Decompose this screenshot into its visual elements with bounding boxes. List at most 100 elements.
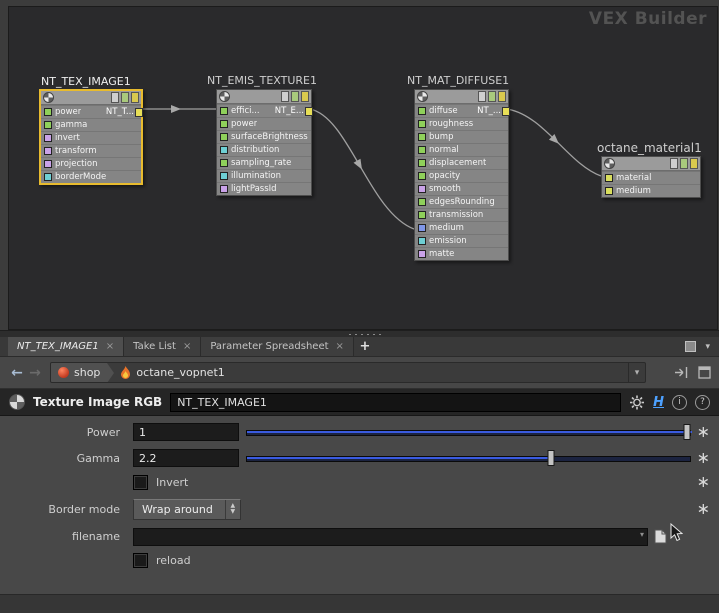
node-input-row[interactable]: diffuse NT_... [415, 104, 510, 117]
node-input-row[interactable]: invert [41, 131, 141, 144]
help-icon[interactable]: ? [695, 394, 710, 410]
node-octane-material1[interactable]: octane_material1 material medium [597, 141, 702, 198]
wire[interactable] [309, 108, 415, 230]
wire[interactable] [506, 108, 602, 177]
input-connector-icon[interactable] [418, 146, 426, 154]
slider-handle[interactable] [547, 450, 555, 466]
gamma-value-field[interactable] [133, 449, 239, 467]
input-connector-icon[interactable] [220, 133, 228, 141]
tab-nt-tex-image1[interactable]: NT_TEX_IMAGE1 × [8, 337, 125, 356]
node-header[interactable] [602, 157, 700, 171]
node-input-row[interactable]: effici... NT_E... [217, 104, 313, 117]
node-input-row[interactable]: smooth [415, 182, 508, 195]
link-pane-icon[interactable] [674, 366, 690, 379]
input-connector-icon[interactable] [220, 107, 228, 115]
input-connector-icon[interactable] [418, 133, 426, 141]
input-connector-icon[interactable] [605, 174, 613, 182]
input-connector-icon[interactable] [220, 159, 228, 167]
node-input-row[interactable]: lightPassId [217, 182, 311, 195]
node-flag-icon[interactable] [488, 91, 496, 102]
node-input-row[interactable]: surfaceBrightness [217, 130, 311, 143]
gamma-slider[interactable] [246, 450, 691, 466]
input-connector-icon[interactable] [418, 159, 426, 167]
pane-split-icon[interactable] [685, 341, 697, 352]
network-path-field[interactable]: shop octane_vopnet1 ▾ [50, 362, 646, 383]
tab-parameter-spreadsheet[interactable]: Parameter Spreadsheet × [201, 337, 354, 356]
node-input-row[interactable]: power NT_T... [41, 105, 143, 118]
output-connector-icon[interactable] [305, 107, 313, 116]
node-input-row[interactable]: projection [41, 157, 141, 170]
node-input-row[interactable]: displacement [415, 156, 508, 169]
node-input-row[interactable]: transform [41, 144, 141, 157]
input-connector-icon[interactable] [220, 172, 228, 180]
input-connector-icon[interactable] [418, 250, 426, 258]
pane-menu-chevron-icon[interactable]: ▾ [705, 342, 710, 352]
slider-handle[interactable] [683, 424, 691, 440]
divider-grip-icon[interactable] [347, 333, 381, 336]
input-connector-icon[interactable] [418, 224, 426, 232]
parameter-gear-icon[interactable]: ∗ [697, 501, 710, 517]
filename-dropdown-icon[interactable]: ▾ [640, 530, 644, 539]
node-flag-icon[interactable] [111, 92, 119, 103]
node-flag-icon[interactable] [670, 158, 678, 169]
node-input-row[interactable]: borderMode [41, 170, 141, 183]
info-icon[interactable]: i [672, 394, 687, 410]
input-connector-icon[interactable] [44, 108, 52, 116]
node-input-row[interactable]: distribution [217, 143, 311, 156]
add-tab-button[interactable]: + [354, 337, 376, 356]
node-input-row[interactable]: sampling_rate [217, 156, 311, 169]
node-header[interactable] [415, 90, 508, 104]
output-connector-icon[interactable] [502, 107, 510, 116]
node-nt-tex-image1[interactable]: NT_TEX_IMAGE1 power NT_T... gamma invert… [39, 75, 143, 185]
node-flag-icon[interactable] [291, 91, 299, 102]
node-input-row[interactable]: transmission [415, 208, 508, 221]
input-connector-icon[interactable] [44, 160, 52, 168]
breadcrumb-shop[interactable]: shop [51, 363, 108, 382]
input-connector-icon[interactable] [44, 173, 52, 181]
node-input-row[interactable]: edgesRounding [415, 195, 508, 208]
input-connector-icon[interactable] [220, 185, 228, 193]
node-input-row[interactable]: gamma [41, 118, 141, 131]
node-flag-icon[interactable] [131, 92, 139, 103]
input-connector-icon[interactable] [605, 187, 613, 195]
node-header[interactable] [217, 90, 311, 104]
input-connector-icon[interactable] [44, 121, 52, 129]
input-connector-icon[interactable] [418, 172, 426, 180]
node-input-row[interactable]: matte [415, 247, 508, 260]
node-nt-emis-texture1[interactable]: NT_EMIS_TEXTURE1 effici... NT_E... power… [207, 74, 317, 196]
input-connector-icon[interactable] [418, 198, 426, 206]
node-flag-icon[interactable] [121, 92, 129, 103]
output-connector-icon[interactable] [135, 108, 143, 117]
node-nt-mat-diffuse1[interactable]: NT_MAT_DIFFUSE1 diffuse NT_... roughness… [407, 74, 510, 261]
pin-pane-icon[interactable] [698, 366, 711, 379]
input-connector-icon[interactable] [220, 120, 228, 128]
border-mode-dropdown[interactable]: Wrap around ▲ ▼ [133, 498, 241, 520]
node-flag-icon[interactable] [690, 158, 698, 169]
reload-checkbox[interactable] [133, 552, 148, 568]
hda-indicator-icon[interactable]: H [653, 395, 664, 410]
spin-down-icon[interactable]: ▼ [231, 509, 236, 515]
tab-take-list[interactable]: Take List × [124, 337, 202, 356]
close-icon[interactable]: × [183, 341, 191, 352]
back-button[interactable]: ← [8, 365, 26, 381]
input-connector-icon[interactable] [418, 107, 426, 115]
input-connector-icon[interactable] [220, 146, 228, 154]
node-header[interactable] [41, 91, 141, 105]
node-flag-icon[interactable] [478, 91, 486, 102]
input-connector-icon[interactable] [44, 147, 52, 155]
parameter-gear-icon[interactable]: ∗ [697, 450, 710, 466]
input-connector-icon[interactable] [418, 120, 426, 128]
close-icon[interactable]: × [106, 341, 114, 352]
node-input-row[interactable]: roughness [415, 117, 508, 130]
node-flag-icon[interactable] [498, 91, 506, 102]
invert-checkbox[interactable] [133, 474, 148, 490]
node-flag-icon[interactable] [301, 91, 309, 102]
network-editor[interactable]: VEX Builder NT_TEX_IMAGE1 power NT_T... [8, 6, 718, 330]
node-input-row[interactable]: power [217, 117, 311, 130]
input-connector-icon[interactable] [44, 134, 52, 142]
dropdown-spinner-icon[interactable]: ▲ ▼ [224, 499, 240, 519]
path-dropdown-icon[interactable]: ▾ [628, 363, 645, 382]
node-name-input[interactable] [170, 392, 622, 412]
node-input-row[interactable]: medium [415, 221, 508, 234]
forward-button[interactable]: → [26, 365, 44, 381]
